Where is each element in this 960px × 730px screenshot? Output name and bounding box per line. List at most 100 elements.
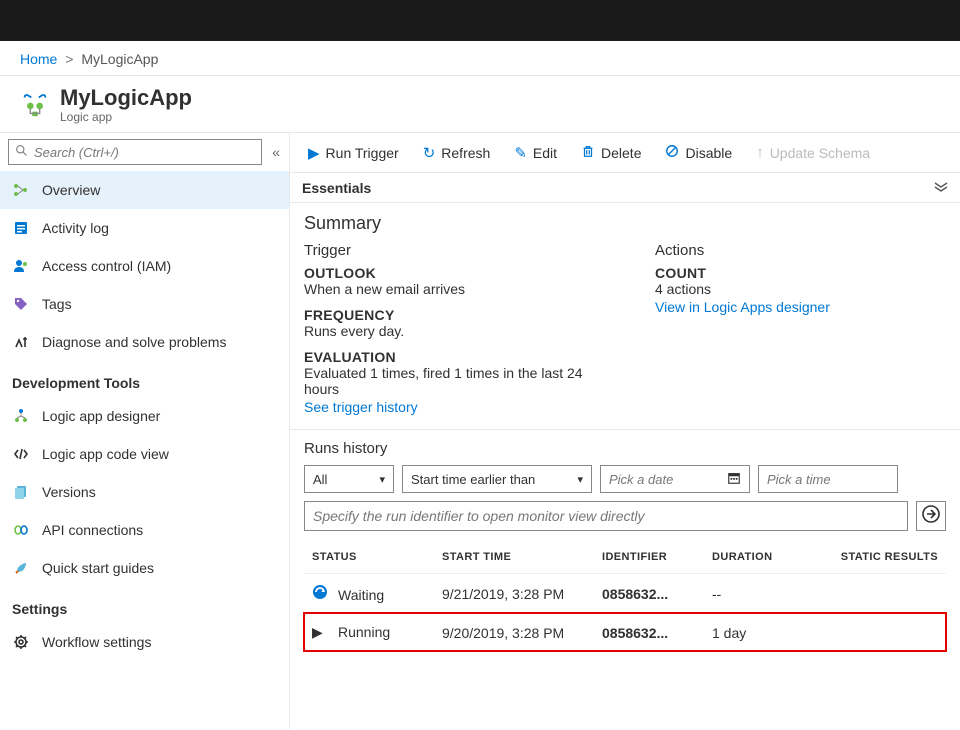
runs-history-section: Runs history All▾ Start time earlier tha… — [290, 430, 960, 661]
delete-button[interactable]: Delete — [571, 140, 651, 166]
frequency-heading: FREQUENCY — [304, 307, 595, 323]
runs-table-header: STATUS START TIME IDENTIFIER DURATION ST… — [304, 543, 946, 573]
chevron-right-icon: > — [65, 51, 73, 67]
col-status: STATUS — [312, 551, 442, 563]
nav-section-settings: Settings — [0, 587, 289, 623]
sidebar-item-diagnose[interactable]: Diagnose and solve problems — [0, 323, 289, 361]
versions-icon — [12, 483, 30, 501]
sidebar-item-code-view[interactable]: Logic app code view — [0, 435, 289, 473]
runs-history-title: Runs history — [304, 440, 946, 457]
logic-app-icon — [20, 90, 50, 120]
search-icon — [15, 144, 28, 160]
status-filter-select[interactable]: All▾ — [304, 465, 394, 493]
sidebar-item-tags[interactable]: Tags — [0, 285, 289, 323]
refresh-button[interactable]: ↻Refresh — [413, 140, 501, 166]
play-icon: ▶ — [308, 144, 320, 162]
calendar-icon — [727, 471, 741, 488]
nav-label: Diagnose and solve problems — [42, 334, 226, 350]
count-value: 4 actions — [655, 281, 946, 297]
disable-icon — [665, 144, 679, 162]
frequency-value: Runs every day. — [304, 323, 595, 339]
sidebar-item-api-connections[interactable]: API connections — [0, 511, 289, 549]
page-title: MyLogicApp — [60, 86, 192, 110]
activity-log-icon — [12, 219, 30, 237]
nav-label: Logic app code view — [42, 446, 169, 462]
time-picker[interactable]: Pick a time — [758, 465, 898, 493]
breadcrumb-current: MyLogicApp — [81, 51, 158, 67]
count-heading: COUNT — [655, 265, 946, 281]
waiting-icon — [312, 584, 330, 600]
summary-heading: Summary — [304, 213, 946, 234]
toolbar: ▶Run Trigger ↻Refresh ✎Edit Delete Disab… — [290, 133, 960, 173]
nav-label: Quick start guides — [42, 560, 154, 576]
go-button[interactable] — [916, 501, 946, 531]
evaluation-heading: EVALUATION — [304, 349, 595, 365]
sidebar-item-overview[interactable]: Overview — [0, 171, 289, 209]
breadcrumb-home[interactable]: Home — [20, 51, 57, 67]
collapse-sidebar-button[interactable]: « — [268, 144, 281, 160]
search-input[interactable]: Search (Ctrl+/) — [8, 139, 262, 165]
actions-label: Actions — [655, 242, 946, 259]
trigger-history-link[interactable]: See trigger history — [304, 399, 595, 415]
designer-link[interactable]: View in Logic Apps designer — [655, 299, 946, 315]
nav-label: Versions — [42, 484, 96, 500]
overview-icon — [12, 181, 30, 199]
start-time-filter-select[interactable]: Start time earlier than▾ — [402, 465, 592, 493]
nav-section-development: Development Tools — [0, 361, 289, 397]
nav-label: Tags — [42, 296, 72, 312]
trash-icon — [581, 144, 595, 162]
chevron-down-icon: ▾ — [577, 473, 583, 486]
tags-icon — [12, 295, 30, 313]
date-picker[interactable]: Pick a date — [600, 465, 750, 493]
content-pane: ▶Run Trigger ↻Refresh ✎Edit Delete Disab… — [290, 133, 960, 729]
nav-label: Access control (IAM) — [42, 258, 171, 274]
breadcrumb: Home > MyLogicApp — [0, 41, 960, 76]
gear-icon — [12, 633, 30, 651]
diagnose-icon — [12, 333, 30, 351]
col-start: START TIME — [442, 551, 602, 563]
outlook-value: When a new email arrives — [304, 281, 595, 297]
page-header: MyLogicApp Logic app — [0, 76, 960, 133]
summary-section: Summary Trigger OUTLOOK When a new email… — [290, 203, 960, 430]
run-identifier-input[interactable]: Specify the run identifier to open monit… — [304, 501, 908, 531]
sidebar-item-quickstart[interactable]: Quick start guides — [0, 549, 289, 587]
col-static-results: STATIC RESULTS — [822, 551, 938, 563]
table-row[interactable]: ▶Running 9/20/2019, 3:28 PM 0858632... 1… — [304, 613, 946, 651]
evaluation-value: Evaluated 1 times, fired 1 times in the … — [304, 365, 595, 397]
col-identifier: IDENTIFIER — [602, 551, 712, 563]
sidebar-item-workflow-settings[interactable]: Workflow settings — [0, 623, 289, 661]
arrow-up-icon: ↑ — [756, 144, 764, 161]
code-icon — [12, 445, 30, 463]
run-trigger-button[interactable]: ▶Run Trigger — [298, 140, 409, 166]
essentials-bar[interactable]: Essentials — [290, 173, 960, 203]
page-subtitle: Logic app — [60, 110, 192, 124]
refresh-icon: ↻ — [423, 144, 436, 162]
sidebar-item-activity-log[interactable]: Activity log — [0, 209, 289, 247]
sidebar-item-versions[interactable]: Versions — [0, 473, 289, 511]
designer-icon — [12, 407, 30, 425]
disable-button[interactable]: Disable — [655, 140, 742, 166]
sidebar-item-designer[interactable]: Logic app designer — [0, 397, 289, 435]
chevron-down-icon: ▾ — [379, 473, 385, 486]
nav-label: Workflow settings — [42, 634, 151, 650]
top-bar — [0, 0, 960, 41]
nav-label: Activity log — [42, 220, 109, 236]
chevron-down-icon — [934, 181, 948, 195]
nav-label: Overview — [42, 182, 100, 198]
update-schema-button: ↑Update Schema — [746, 140, 880, 165]
essentials-label: Essentials — [302, 180, 371, 196]
running-icon: ▶ — [312, 624, 330, 641]
pencil-icon: ✎ — [514, 144, 527, 162]
outlook-heading: OUTLOOK — [304, 265, 595, 281]
search-placeholder: Search (Ctrl+/) — [34, 145, 119, 160]
access-control-icon — [12, 257, 30, 275]
table-row[interactable]: Waiting 9/21/2019, 3:28 PM 0858632... -- — [304, 573, 946, 613]
trigger-label: Trigger — [304, 242, 595, 259]
sidebar-item-access-control[interactable]: Access control (IAM) — [0, 247, 289, 285]
quickstart-icon — [12, 559, 30, 577]
nav-label: API connections — [42, 522, 143, 538]
edit-button[interactable]: ✎Edit — [504, 140, 567, 166]
nav-label: Logic app designer — [42, 408, 160, 424]
arrow-right-circle-icon — [921, 504, 941, 529]
col-duration: DURATION — [712, 551, 822, 563]
